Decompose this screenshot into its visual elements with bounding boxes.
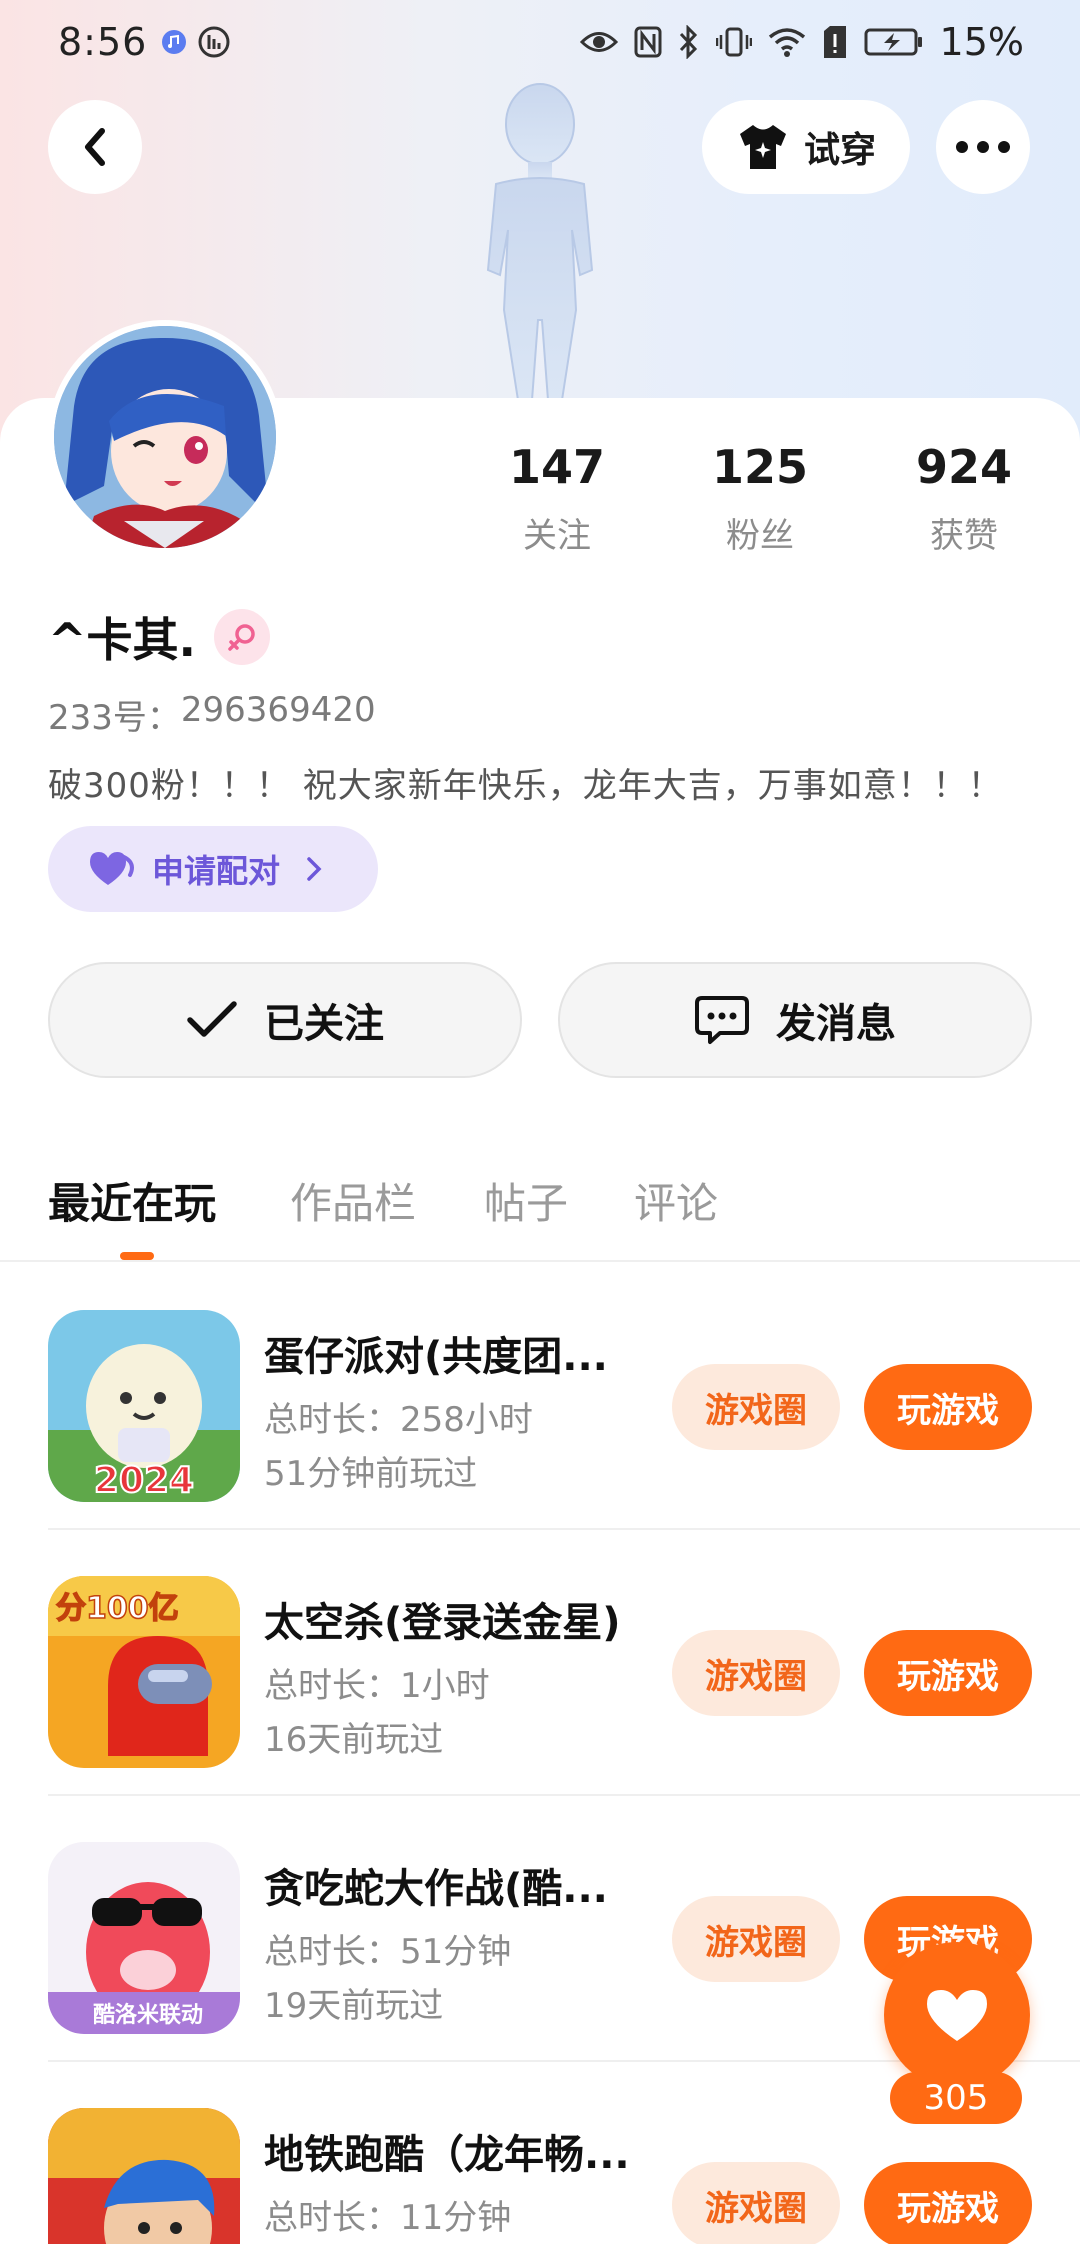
game-total-duration: 总时长：11分钟 <box>264 2198 512 2238</box>
data-usage-icon <box>197 25 231 59</box>
tab-posts[interactable]: 帖子 <box>484 1170 568 1231</box>
game-icon-eggy-party[interactable]: 2024 <box>48 1310 240 1502</box>
game-last-played: 16天前玩过 <box>264 1720 444 1760</box>
tab-works[interactable]: 作品栏 <box>290 1170 416 1231</box>
game-name: 蛋仔派对(共度团... <box>264 1334 608 1380</box>
followed-button[interactable]: 已关注 <box>48 962 522 1078</box>
eye-icon <box>579 29 618 55</box>
like-button[interactable] <box>884 1942 1030 2088</box>
wifi-icon <box>768 27 806 57</box>
game-name: 贪吃蛇大作战(酷... <box>264 1866 608 1912</box>
chat-bubble-icon <box>695 996 749 1044</box>
game-icon-text: 酷洛米联动 <box>93 2002 203 2028</box>
game-circle-button[interactable]: 游戏圈 <box>672 2162 840 2244</box>
send-message-button[interactable]: 发消息 <box>558 962 1032 1078</box>
sim-alert-icon <box>822 25 848 59</box>
game-icon-text: 分100亿 <box>56 1591 179 1626</box>
game-total-duration: 总时长：258小时 <box>264 1400 533 1440</box>
uid-label: 233号： <box>48 698 181 738</box>
back-button[interactable] <box>48 100 142 194</box>
status-bar: 8:56 15% <box>0 0 1080 84</box>
game-icon-snake[interactable]: 酷洛米联动 <box>48 1842 240 2034</box>
stat-likes-count: 924 <box>915 440 1013 494</box>
game-circle-button[interactable]: 游戏圈 <box>672 1630 840 1716</box>
female-gender-icon <box>214 609 271 665</box>
game-icon-text: 2024 <box>94 1460 194 1501</box>
tab-recently-played[interactable]: 最近在玩 <box>48 1170 216 1231</box>
more-dots-icon <box>956 141 1010 153</box>
followed-label: 已关注 <box>264 1001 384 1047</box>
game-last-played: 51分钟前玩过 <box>264 1454 478 1494</box>
play-game-button[interactable]: 玩游戏 <box>864 1630 1032 1716</box>
stat-fans-count: 125 <box>711 440 809 494</box>
game-row[interactable]: 分100亿 太空杀(登录送金星) 总时长：1小时 16天前玩过 游戏圈 玩游戏 <box>0 1530 1080 1796</box>
game-total-duration: 总时长：51分钟 <box>264 1932 512 1972</box>
user-avatar[interactable] <box>48 320 282 554</box>
stat-likes[interactable]: 924 获赞 <box>864 440 1064 557</box>
shirt-icon <box>739 125 786 169</box>
uid-value: 296369420 <box>180 690 376 730</box>
stat-following-label: 关注 <box>523 516 591 556</box>
game-name: 地铁跑酷（龙年畅... <box>264 2132 630 2178</box>
nickname: ^卡其. <box>48 613 197 667</box>
stat-fans[interactable]: 125 粉丝 <box>660 440 860 557</box>
game-icon-subway-surfers[interactable] <box>48 2108 240 2244</box>
send-message-label: 发消息 <box>776 1001 896 1047</box>
chevron-right-icon <box>307 857 322 881</box>
battery-charging-icon <box>864 27 924 57</box>
tab-comments[interactable]: 评论 <box>634 1170 718 1231</box>
stat-following-count: 147 <box>508 440 606 494</box>
vibrate-icon <box>715 26 752 58</box>
profile-bio: 破300粉！！！ 祝大家新年快乐，龙年大吉，万事如意！！！ <box>48 766 1003 806</box>
like-count: 305 <box>890 2072 1022 2124</box>
try-on-label: 试穿 <box>803 130 876 171</box>
nickname-row: ^卡其. <box>48 604 271 670</box>
profile-tabs: 最近在玩 作品栏 帖子 评论 <box>0 1160 1080 1262</box>
try-on-button[interactable]: 试穿 <box>702 100 910 194</box>
status-time: 8:56 <box>58 20 148 64</box>
heart-filled-icon <box>927 1990 987 2041</box>
game-circle-button[interactable]: 游戏圈 <box>672 1364 840 1450</box>
stat-likes-label: 获赞 <box>930 516 998 556</box>
bluetooth-icon <box>678 25 700 59</box>
tab-active-indicator <box>120 1252 154 1260</box>
stat-following[interactable]: 147 关注 <box>457 440 657 557</box>
game-circle-button[interactable]: 游戏圈 <box>672 1896 840 1982</box>
game-last-played: 19天前玩过 <box>264 1986 444 2026</box>
request-pair-label: 申请配对 <box>152 852 281 890</box>
play-game-button[interactable]: 玩游戏 <box>864 1364 1032 1450</box>
anime-avatar-image <box>54 326 276 548</box>
battery-percent: 15% <box>939 20 1024 64</box>
game-icon-space-kill[interactable]: 分100亿 <box>48 1576 240 1768</box>
game-name: 太空杀(登录送金星) <box>264 1600 621 1646</box>
3d-avatar-figure <box>486 83 594 400</box>
nfc-icon <box>634 26 662 58</box>
checkmark-icon <box>187 1001 237 1037</box>
more-options-button[interactable] <box>936 100 1030 194</box>
request-pair-button[interactable]: 申请配对 <box>48 826 378 912</box>
stat-fans-label: 粉丝 <box>726 516 794 556</box>
profile-page: 8:56 15% 试穿 147 关注 125 粉丝 924 获赞 ^卡其. 23… <box>0 0 1080 2244</box>
chevron-left-icon <box>85 128 105 166</box>
heart-icon <box>90 852 134 885</box>
uid-row: 233号： 296369420 <box>48 690 376 739</box>
play-game-button[interactable]: 玩游戏 <box>864 2162 1032 2244</box>
music-app-icon <box>161 29 187 55</box>
game-row[interactable]: 2024 蛋仔派对(共度团... 总时长：258小时 51分钟前玩过 游戏圈 玩… <box>0 1264 1080 1530</box>
game-total-duration: 总时长：1小时 <box>264 1666 490 1706</box>
